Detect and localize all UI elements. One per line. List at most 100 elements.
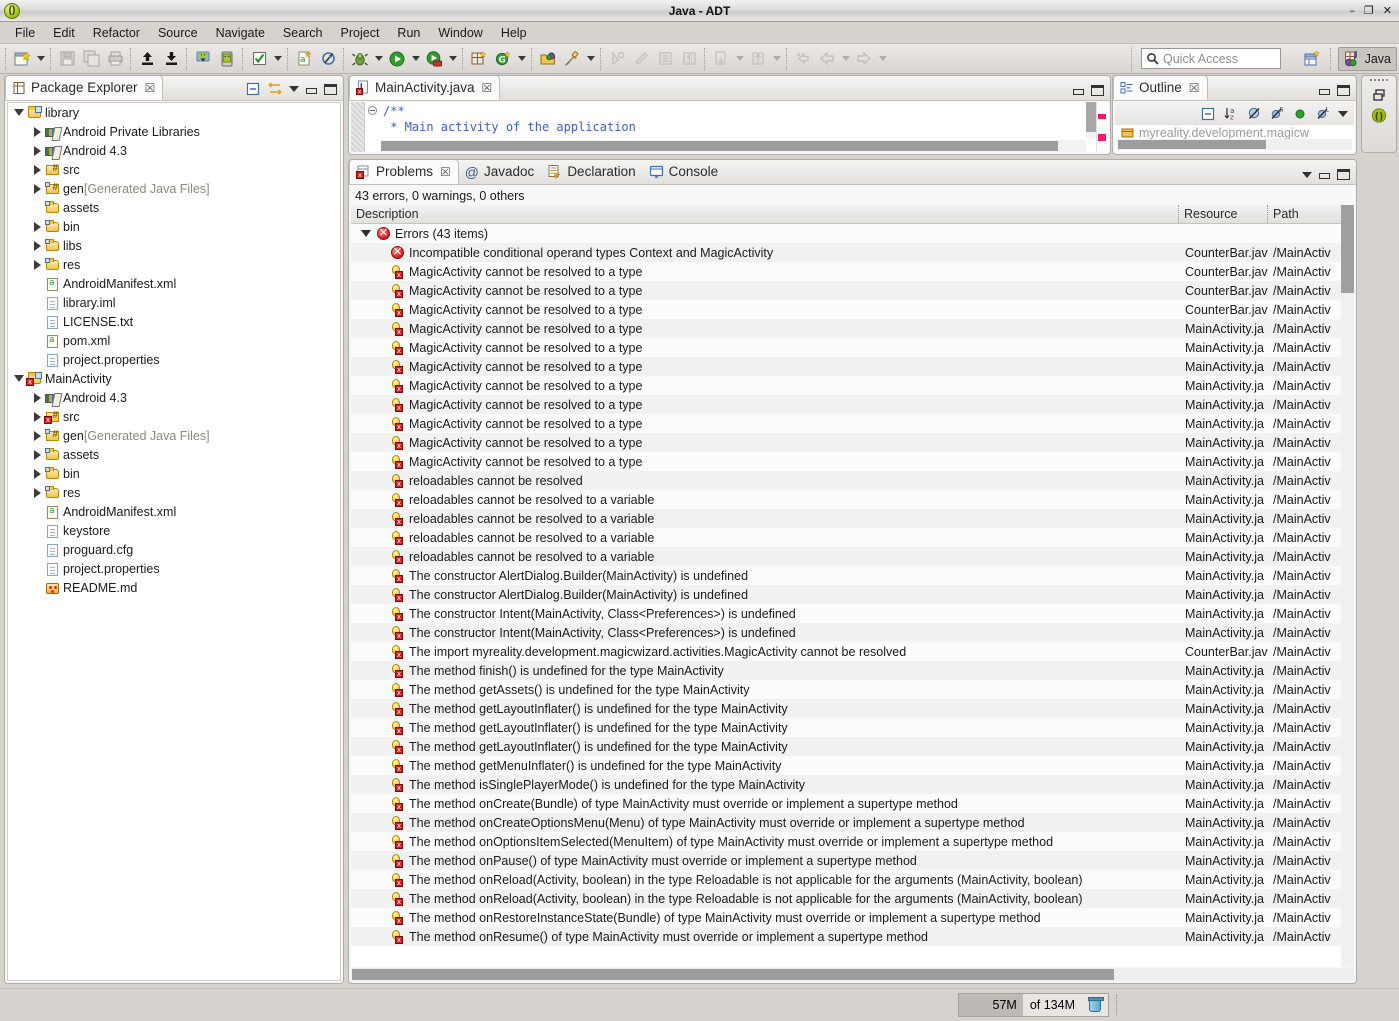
minimize-icon[interactable] (1318, 168, 1331, 181)
problems-row[interactable]: x The method getLayoutInflater() is undef… (351, 718, 1354, 737)
chevron-down-icon[interactable] (361, 230, 371, 237)
tree-item[interactable]: AndroidManifest.xml (8, 502, 340, 521)
forward-icon[interactable] (853, 47, 875, 71)
chevron-right-icon[interactable] (30, 141, 44, 160)
heap-status[interactable]: 57M of 134M (957, 993, 1109, 1017)
chevron-down-icon[interactable] (12, 103, 26, 122)
forward-dropdown-arrow[interactable] (876, 47, 889, 71)
problems-row[interactable]: x The method getAssets() is undefined for… (351, 680, 1354, 699)
view-menu-icon[interactable] (289, 86, 299, 92)
tree-item[interactable]: Android Private Libraries (8, 122, 340, 141)
run-history-dropdown-arrow[interactable] (446, 47, 459, 71)
close-icon[interactable]: ☒ (145, 81, 156, 95)
tree-item[interactable]: res (8, 483, 340, 502)
chevron-right-icon[interactable] (30, 160, 44, 179)
chevron-right-icon[interactable] (30, 236, 44, 255)
problems-row[interactable]: x The method onOptionsItemSelected(MenuIt… (351, 832, 1354, 851)
editor-overview-ruler[interactable] (1096, 102, 1108, 152)
close-icon[interactable]: ☒ (440, 165, 451, 179)
tree-item[interactable]: bin (8, 217, 340, 236)
problems-row[interactable]: x The method getLayoutInflater() is undef… (351, 699, 1354, 718)
tree-item[interactable]: project.properties (8, 559, 340, 578)
new-java-project-icon[interactable]: G (492, 47, 514, 71)
maximize-icon[interactable] (1337, 84, 1350, 97)
problems-row[interactable]: x MagicActivity cannot be resolved to a t… (351, 414, 1354, 433)
close-icon[interactable]: ☒ (482, 81, 493, 95)
package-explorer-tree[interactable]: library Android Private Libraries Android … (7, 102, 341, 981)
tree-item[interactable]: assets (8, 445, 340, 464)
problems-row[interactable]: Incompatible conditional operand types C… (351, 243, 1354, 262)
tree-item[interactable]: src (8, 160, 340, 179)
problems-row[interactable]: x The import myreality.development.magicw… (351, 642, 1354, 661)
run-history-icon[interactable] (423, 47, 445, 71)
minimize-icon[interactable] (1318, 84, 1331, 97)
tab-javadoc[interactable]: @ Javadoc (459, 160, 542, 184)
problems-row[interactable]: x The constructor Intent(MainActivity, Cl… (351, 623, 1354, 642)
tree-item[interactable]: library (8, 103, 340, 122)
outline-horizontal-scrollbar[interactable] (1117, 139, 1352, 150)
problems-row[interactable]: x The method onResume() of type MainActiv… (351, 927, 1354, 946)
menu-help[interactable]: Help (492, 24, 536, 42)
tree-item[interactable]: assets (8, 198, 340, 217)
chevron-right-icon[interactable] (30, 255, 44, 274)
debug-dropdown-arrow[interactable] (372, 47, 385, 71)
window-close-button[interactable]: ✕ (1383, 4, 1392, 17)
problems-row[interactable]: x reloadables cannot be resolved to a var… (351, 509, 1354, 528)
fast-view-grip[interactable] (1370, 79, 1388, 83)
export-icon[interactable] (136, 47, 158, 71)
editor-vertical-scrollbar[interactable] (1086, 102, 1096, 138)
overview-marker[interactable] (1098, 114, 1106, 119)
tab-console[interactable]: Console (643, 160, 726, 184)
save-icon[interactable] (56, 47, 78, 71)
run-dropdown-arrow[interactable] (409, 47, 422, 71)
problems-row[interactable]: x MagicActivity cannot be resolved to a t… (351, 281, 1354, 300)
problems-row[interactable]: x The method getMenuInflater() is undefin… (351, 756, 1354, 775)
go-to-line-icon[interactable] (747, 47, 769, 71)
problems-row[interactable]: x The method onRestoreInstanceState(Bundl… (351, 908, 1354, 927)
problems-row[interactable]: x The constructor Intent(MainActivity, Cl… (351, 604, 1354, 623)
back-history-icon[interactable] (792, 47, 814, 71)
new-android-xml-icon[interactable]: a (293, 47, 315, 71)
collapse-all-icon[interactable] (245, 81, 261, 97)
tab-mainactivity-java[interactable]: J x MainActivity.java ☒ (349, 76, 501, 100)
lint-warnings-icon[interactable] (317, 47, 339, 71)
problems-row[interactable]: x The method finish() is undefined for th… (351, 661, 1354, 680)
tree-item[interactable]: gen [Generated Java Files] (8, 426, 340, 445)
problems-row[interactable]: x reloadables cannot be resolved MainActiv… (351, 471, 1354, 490)
tab-problems[interactable]: x Problems ☒ (349, 160, 459, 184)
menu-edit[interactable]: Edit (44, 24, 84, 42)
problems-row[interactable]: x The constructor AlertDialog.Builder(Mai… (351, 566, 1354, 585)
chevron-right-icon[interactable] (30, 426, 44, 445)
editor-fold-column[interactable] (365, 102, 381, 152)
build-dropdown-arrow[interactable] (271, 47, 284, 71)
column-header-resource[interactable]: Resource (1179, 205, 1268, 223)
back-icon[interactable] (816, 47, 838, 71)
tab-outline[interactable]: Outline ☒ (1113, 76, 1208, 100)
editor-text-area[interactable]: /** * Main activity of the application (351, 102, 1108, 152)
problems-row[interactable]: x The method onCreateOptionsMenu(Menu) of… (351, 813, 1354, 832)
import-icon[interactable] (160, 47, 182, 71)
chevron-right-icon[interactable] (30, 388, 44, 407)
collapse-fold-icon[interactable] (368, 106, 377, 115)
last-edit-location-icon[interactable] (710, 47, 732, 71)
search-icon[interactable] (561, 47, 583, 71)
menu-window[interactable]: Window (429, 24, 491, 42)
problems-row[interactable]: x The method getLayoutInflater() is undef… (351, 737, 1354, 756)
chevron-right-icon[interactable] (30, 407, 44, 426)
tab-declaration[interactable]: Declaration (541, 160, 642, 184)
minimize-icon[interactable] (305, 83, 318, 96)
menu-refactor[interactable]: Refactor (84, 24, 149, 42)
build-check-icon[interactable] (248, 47, 270, 71)
android-sdk-manager-icon[interactable] (192, 47, 214, 71)
problems-row[interactable]: x reloadables cannot be resolved to a var… (351, 490, 1354, 509)
tree-item[interactable]: libs (8, 236, 340, 255)
chevron-right-icon[interactable] (30, 464, 44, 483)
maximize-icon[interactable] (324, 83, 337, 96)
window-restore-button[interactable]: ❐ (1364, 4, 1374, 17)
hide-static-icon[interactable]: S (1269, 106, 1285, 122)
eclipse-icon[interactable]: () (1371, 107, 1387, 123)
menu-search[interactable]: Search (274, 24, 332, 42)
tree-item[interactable]: x MainActivity (8, 369, 340, 388)
problems-row[interactable]: x The method isSinglePlayerMode() is unde… (351, 775, 1354, 794)
maximize-icon[interactable] (1337, 168, 1350, 181)
